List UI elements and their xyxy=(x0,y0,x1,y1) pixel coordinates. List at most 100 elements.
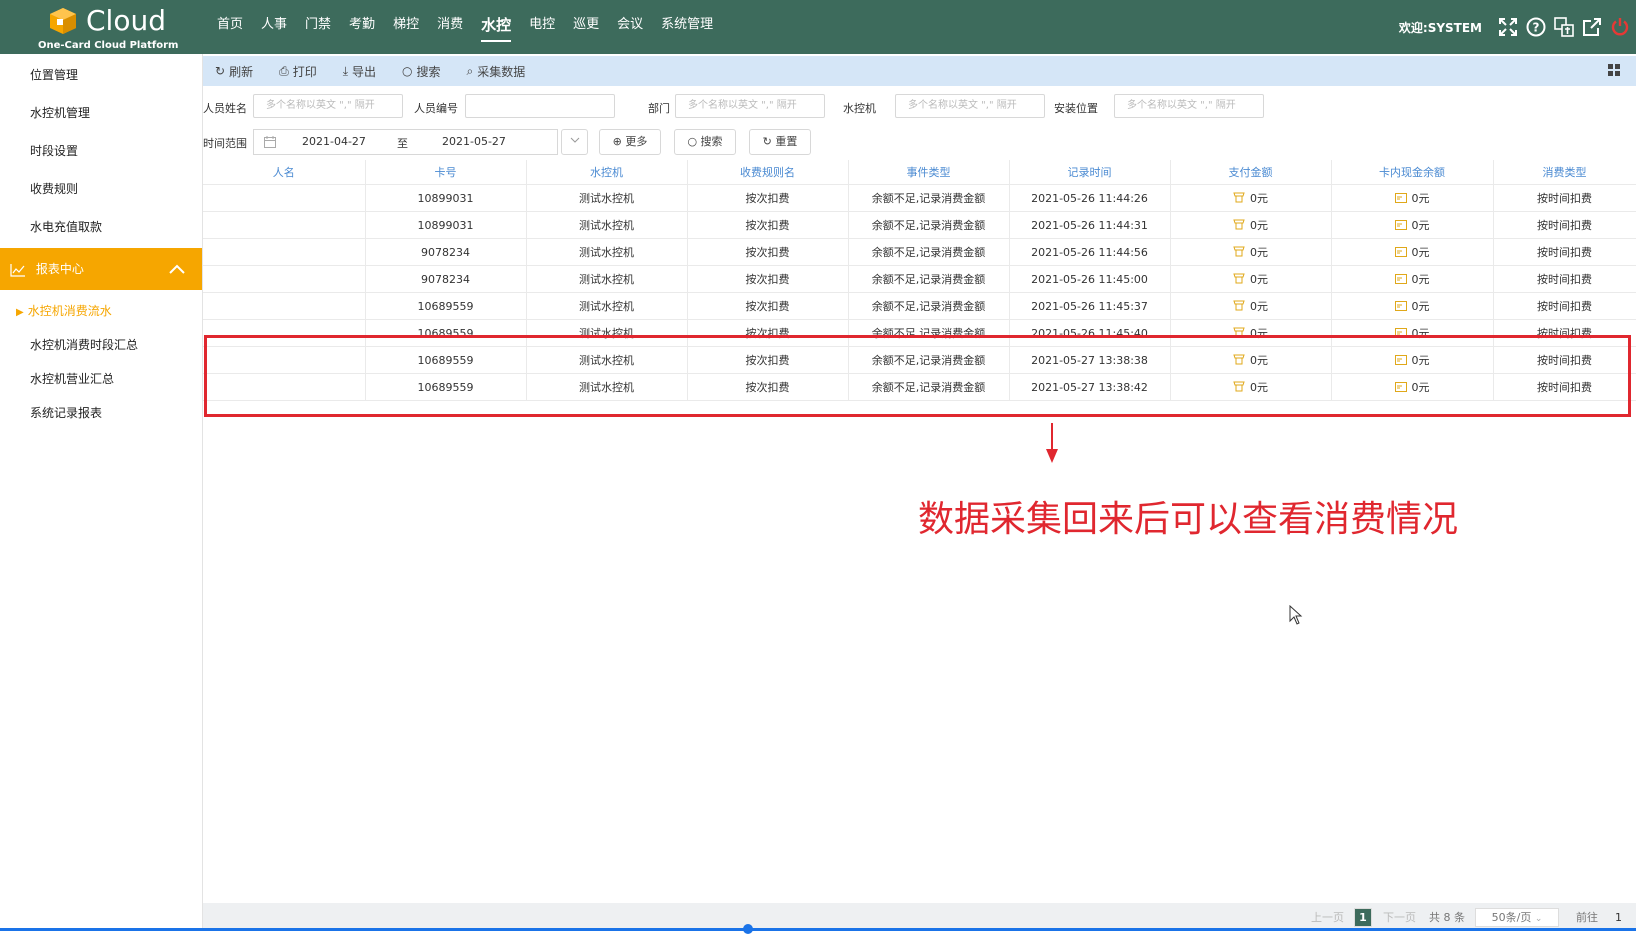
sidebar-item-recharge[interactable]: 水电充值取款 xyxy=(0,208,202,246)
table-cell: 2021-05-26 11:45:37 xyxy=(1009,292,1171,320)
date-dropdown-button[interactable] xyxy=(561,129,588,155)
language-icon[interactable] xyxy=(1554,17,1574,37)
date-range-picker[interactable]: 2021-04-27 至 2021-05-27 xyxy=(253,129,558,155)
reset-icon: ↻ xyxy=(762,135,776,148)
nav-water-control[interactable]: 水控 xyxy=(472,0,520,54)
location-label: 安装位置 xyxy=(1054,102,1098,115)
card-icon xyxy=(1394,219,1407,233)
name-input[interactable]: 多个名称以英文 "," 隔开 xyxy=(253,94,403,118)
next-page-button[interactable]: 下一页 xyxy=(1383,909,1416,927)
sidebar-subitem-system-log[interactable]: 系统记录报表 xyxy=(0,396,202,430)
fullscreen-icon[interactable] xyxy=(1498,17,1518,37)
payment-icon xyxy=(1233,245,1245,260)
column-header[interactable]: 记录时间 xyxy=(1009,160,1171,185)
page-number-current[interactable]: 1 xyxy=(1354,908,1372,927)
progress-handle[interactable] xyxy=(743,924,753,934)
table-cell: 0元 xyxy=(1331,265,1494,293)
sidebar-subitem-business-summary[interactable]: 水控机营业汇总 xyxy=(0,362,202,396)
sidebar-item-water-machine[interactable]: 水控机管理 xyxy=(0,94,202,132)
print-label: 打印 xyxy=(292,64,317,79)
export-button[interactable]: ⤓ 导出 xyxy=(343,63,376,80)
table-cell: 10899031 xyxy=(365,184,527,212)
nav-system[interactable]: 系统管理 xyxy=(652,0,722,54)
nav-patrol[interactable]: 巡更 xyxy=(564,0,608,54)
logo-subtitle: One-Card Cloud Platform xyxy=(38,40,179,51)
collect-data-button[interactable]: ⌕ 采集数据 xyxy=(467,63,526,80)
nav-attendance[interactable]: 考勤 xyxy=(340,0,384,54)
amount-value: 0元 xyxy=(1250,191,1268,205)
print-button[interactable]: ⎙ 打印 xyxy=(279,63,317,80)
prev-page-button[interactable]: 上一页 xyxy=(1311,909,1344,927)
table-row[interactable]: 10899031 测试水控机 按次扣费 余额不足,记录消费金额 2021-05-26 1… xyxy=(203,184,1636,212)
refresh-button[interactable]: ↻ 刷新 xyxy=(215,63,253,80)
date-from[interactable]: 2021-04-27 xyxy=(302,135,366,148)
table-cell: 按时间扣费 xyxy=(1493,292,1636,320)
column-header[interactable]: 卡号 xyxy=(365,160,527,185)
goto-page-input[interactable]: 1 xyxy=(1615,909,1622,927)
sidebar-subitem-period-summary[interactable]: 水控机消费时段汇总 xyxy=(0,328,202,362)
time-range-label: 时间范围 xyxy=(203,137,247,150)
table-cell: 余额不足,记录消费金额 xyxy=(848,292,1010,320)
amount-value: 0元 xyxy=(1250,299,1268,313)
refresh-label: 刷新 xyxy=(229,64,254,79)
table-row[interactable]: 9078234 测试水控机 按次扣费 余额不足,记录消费金额 2021-05-26 11… xyxy=(203,265,1636,293)
sidebar-group-reports[interactable]: 报表中心 xyxy=(0,248,202,290)
table-row[interactable]: 10689559 测试水控机 按次扣费 余额不足,记录消费金额 2021-05-26 1… xyxy=(203,292,1636,320)
export-label: 导出 xyxy=(352,64,377,79)
card-icon xyxy=(1394,246,1407,260)
column-header[interactable]: 支付金额 xyxy=(1170,160,1332,185)
power-icon[interactable] xyxy=(1610,17,1630,37)
external-link-icon[interactable] xyxy=(1582,17,1602,37)
user-area: 欢迎:SYSTEM ? xyxy=(1399,0,1636,54)
nav-meeting[interactable]: 会议 xyxy=(608,0,652,54)
search-icon: ○ xyxy=(402,64,413,78)
dept-input[interactable]: 多个名称以英文 "," 隔开 xyxy=(675,94,825,118)
table-cell: 按次扣费 xyxy=(687,265,849,293)
column-header[interactable]: 消费类型 xyxy=(1493,160,1636,185)
table-row[interactable]: 9078234 测试水控机 按次扣费 余额不足,记录消费金额 2021-05-26 11… xyxy=(203,238,1636,266)
column-header[interactable]: 人名 xyxy=(203,160,366,185)
print-icon: ⎙ xyxy=(279,63,289,78)
annotation-arrow-head xyxy=(1046,449,1058,463)
nav-home[interactable]: 首页 xyxy=(208,0,252,54)
amount-value: 0元 xyxy=(1411,246,1430,259)
column-header[interactable]: 水控机 xyxy=(526,160,688,185)
id-label: 人员编号 xyxy=(414,102,458,115)
page-size-select[interactable]: 50条/页 ⌄ xyxy=(1475,908,1559,927)
search-button[interactable]: ○ 搜索 xyxy=(674,129,736,155)
toolbar-search-button[interactable]: ○ 搜索 xyxy=(402,63,441,80)
reset-button[interactable]: ↻ 重置 xyxy=(749,129,811,155)
help-icon[interactable]: ? xyxy=(1526,17,1546,37)
machine-input[interactable]: 多个名称以英文 "," 隔开 xyxy=(895,94,1045,118)
nav-access[interactable]: 门禁 xyxy=(296,0,340,54)
nav-power-control[interactable]: 电控 xyxy=(520,0,564,54)
logo[interactable]: Cloud One-Card Cloud Platform xyxy=(36,2,179,52)
nav-consumption[interactable]: 消费 xyxy=(428,0,472,54)
sidebar-item-location[interactable]: 位置管理 xyxy=(0,56,202,94)
table-cell xyxy=(203,211,366,239)
sidebar-item-fee-rules[interactable]: 收费规则 xyxy=(0,170,202,208)
column-header[interactable]: 事件类型 xyxy=(848,160,1010,185)
nav-elevator[interactable]: 梯控 xyxy=(384,0,428,54)
table-cell xyxy=(203,292,366,320)
column-header[interactable]: 卡内现金余额 xyxy=(1331,160,1494,185)
table-cell: 测试水控机 xyxy=(526,211,688,239)
table-cell: 按次扣费 xyxy=(687,211,849,239)
id-input[interactable] xyxy=(465,94,615,118)
location-input[interactable]: 多个名称以英文 "," 隔开 xyxy=(1114,94,1264,118)
grid-view-icon[interactable] xyxy=(1608,64,1620,76)
payment-icon xyxy=(1233,191,1245,206)
more-button[interactable]: ⊕ 更多 xyxy=(599,129,661,155)
table-cell xyxy=(203,238,366,266)
sidebar-item-time-period[interactable]: 时段设置 xyxy=(0,132,202,170)
table-cell: 10899031 xyxy=(365,211,527,239)
table-cell: 按时间扣费 xyxy=(1493,238,1636,266)
search-label: 搜索 xyxy=(416,64,441,79)
column-header[interactable]: 收费规则名 xyxy=(687,160,849,185)
date-to[interactable]: 2021-05-27 xyxy=(442,135,506,148)
sidebar-subitem-consumption-flow[interactable]: ▶ 水控机消费流水 xyxy=(0,294,202,328)
machine-label: 水控机 xyxy=(843,102,876,115)
nav-personnel[interactable]: 人事 xyxy=(252,0,296,54)
amount-value: 0元 xyxy=(1411,192,1430,205)
table-row[interactable]: 10899031 测试水控机 按次扣费 余额不足,记录消费金额 2021-05-26 1… xyxy=(203,211,1636,239)
